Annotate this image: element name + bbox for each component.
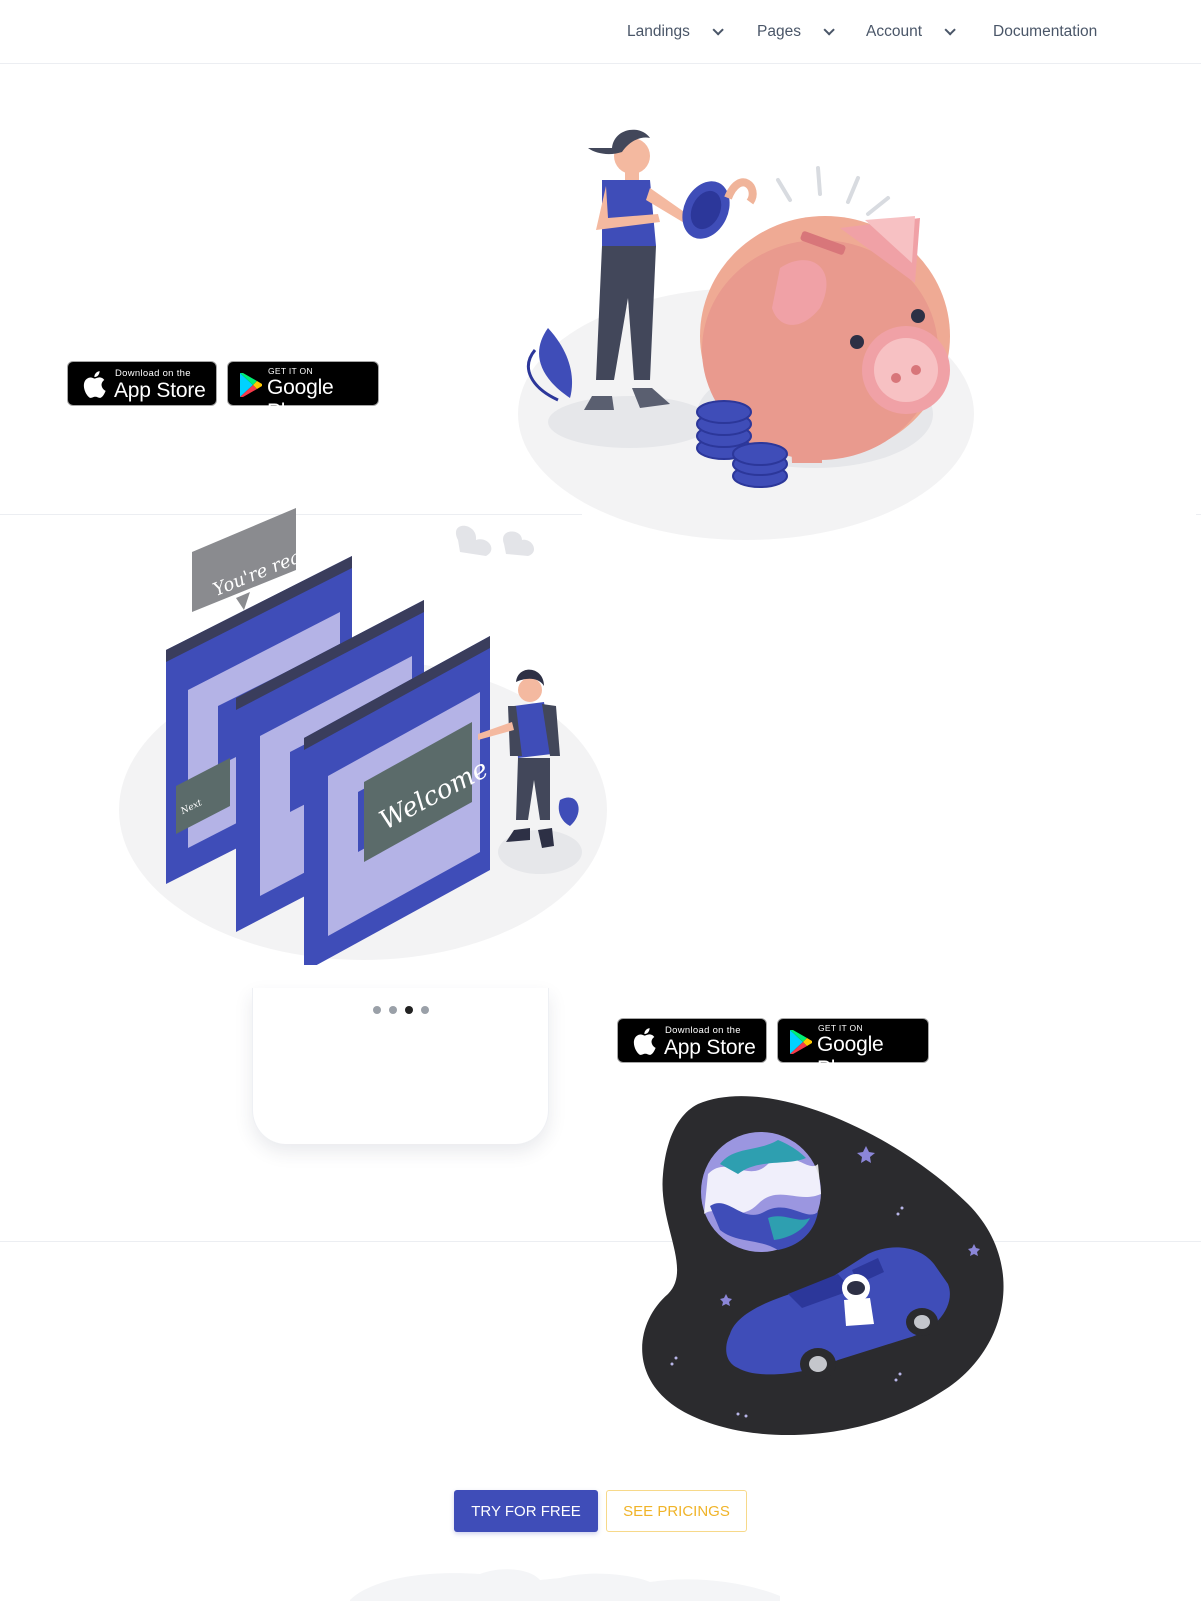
chevron-down-icon xyxy=(944,24,956,36)
space-car-illustration xyxy=(642,1096,1004,1436)
google-play-small-label: GET IT ON xyxy=(818,1023,863,1033)
section-divider xyxy=(0,1241,1201,1242)
welcome-illustration: You're ready! Welcome Next xyxy=(119,508,607,965)
world-map-background xyxy=(350,1569,780,1601)
nav-item-landings[interactable]: Landings xyxy=(627,20,724,44)
app-store-big-label: App Store xyxy=(664,1036,756,1059)
see-pricings-button[interactable]: SEE PRICINGS xyxy=(606,1490,747,1532)
carousel-dot-4[interactable] xyxy=(421,1006,429,1014)
nav-item-account[interactable]: Account xyxy=(866,20,956,44)
carousel-dots xyxy=(373,1006,429,1014)
piggy-bank-illustration xyxy=(518,129,974,540)
google-play-icon xyxy=(240,373,262,397)
nav-item-label: Documentation xyxy=(993,23,1098,40)
apple-icon xyxy=(633,1028,656,1055)
app-store-small-label: Download on the xyxy=(665,1025,741,1036)
carousel-dot-3[interactable] xyxy=(405,1006,413,1014)
google-play-button[interactable]: GET IT ON Google Play xyxy=(227,361,379,423)
nav-item-label: Landings xyxy=(627,23,690,40)
app-store-button[interactable]: Download on the App Store xyxy=(617,1018,767,1063)
top-navbar: Landings Pages Account Documentation xyxy=(0,0,1201,64)
google-play-icon xyxy=(790,1030,812,1054)
chevron-down-icon xyxy=(712,24,724,36)
try-for-free-button[interactable]: TRY FOR FREE xyxy=(454,1490,598,1532)
app-store-small-label: Download on the xyxy=(115,368,191,379)
nav-item-label: Account xyxy=(866,23,923,40)
nav-item-pages[interactable]: Pages xyxy=(757,20,835,44)
chevron-down-icon xyxy=(823,24,835,36)
nav-item-documentation[interactable]: Documentation xyxy=(993,20,1097,44)
nav-item-label: Pages xyxy=(757,23,801,40)
section-divider xyxy=(1196,514,1201,515)
carousel-dot-2[interactable] xyxy=(389,1006,397,1014)
google-play-big-label: Google Play xyxy=(817,1033,884,1080)
apple-icon xyxy=(83,371,106,398)
carousel-dot-1[interactable] xyxy=(373,1006,381,1014)
google-play-big-label: Google Play xyxy=(267,376,334,423)
google-play-button[interactable]: GET IT ON Google Play xyxy=(777,1018,929,1080)
app-store-big-label: App Store xyxy=(114,379,206,402)
app-store-button[interactable]: Download on the App Store xyxy=(67,361,217,406)
google-play-small-label: GET IT ON xyxy=(268,366,313,376)
